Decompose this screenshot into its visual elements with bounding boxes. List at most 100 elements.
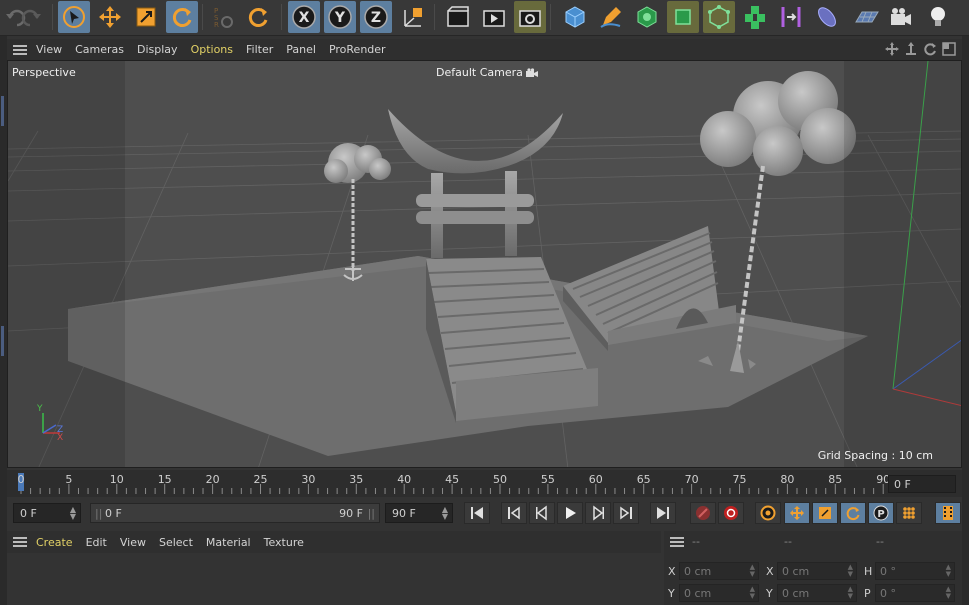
current-frame-field[interactable]: 0 F — [888, 475, 956, 493]
parameter-key-button[interactable]: P — [868, 502, 894, 524]
go-to-end-icon — [657, 507, 669, 519]
coordinate-system-icon[interactable] — [397, 1, 429, 33]
subdivision-icon[interactable] — [631, 1, 663, 33]
camera-icon[interactable] — [885, 1, 917, 33]
coord-pos-x-field[interactable]: 0 cm ▲ ▼ — [679, 562, 759, 580]
range-end-value: 90 F — [339, 507, 363, 520]
start-frame-value: 0 F — [20, 507, 37, 520]
light-icon[interactable] — [922, 1, 954, 33]
coord-pos-y-field[interactable]: 0 cm ▲ ▼ — [679, 584, 759, 602]
material-menu-edit[interactable]: Edit — [86, 536, 107, 549]
coord-size-x-value: 0 cm — [782, 565, 810, 578]
coord-header-size: -- — [784, 535, 792, 548]
end-frame-value: 90 F — [392, 507, 416, 520]
material-menu-select[interactable]: Select — [159, 536, 193, 549]
maximize-view-icon[interactable] — [942, 42, 956, 56]
z-axis-icon[interactable]: Z — [360, 1, 392, 33]
floor-icon[interactable] — [851, 1, 883, 33]
recent-tool-icon[interactable] — [242, 1, 274, 33]
redo-icon[interactable] — [14, 1, 46, 33]
coord-rot-h-field[interactable]: 0 ° ▲ ▼ — [875, 562, 955, 580]
keyframe-selection-button[interactable] — [755, 502, 781, 524]
autokeying-button[interactable] — [718, 502, 744, 524]
next-frame-button[interactable] — [585, 502, 611, 524]
menu-display[interactable]: Display — [137, 43, 178, 56]
rotation-key-button[interactable] — [840, 502, 866, 524]
x-axis-icon[interactable]: X — [288, 1, 320, 33]
film-strip-icon — [943, 506, 953, 520]
timeline-window-button[interactable] — [935, 502, 961, 524]
point-level-animation-button[interactable] — [896, 502, 922, 524]
coord-pos-y-label: Y — [668, 587, 675, 600]
material-menu-view[interactable]: View — [120, 536, 146, 549]
psr-icon[interactable]: PSR — [206, 1, 238, 33]
preview-range-slider[interactable]: || 0 F 90 F || — [90, 503, 380, 523]
go-to-start-button[interactable] — [464, 502, 490, 524]
menu-panel[interactable]: Panel — [286, 43, 316, 56]
play-icon — [566, 507, 576, 519]
coord-size-x-field[interactable]: 0 cm ▲ ▼ — [777, 562, 857, 580]
cube-icon[interactable] — [559, 1, 591, 33]
menu-prorender[interactable]: ProRender — [329, 43, 386, 56]
render-view-icon[interactable] — [442, 1, 474, 33]
coord-rot-p-field[interactable]: 0 ° ▲ ▼ — [875, 584, 955, 602]
material-menu-create[interactable]: Create — [36, 536, 73, 549]
viewport-name-label: Perspective — [12, 66, 76, 79]
coord-header-rotation: -- — [876, 535, 884, 548]
start-frame-field[interactable]: 0 F ▲ ▼ — [13, 503, 81, 523]
play-button[interactable] — [557, 502, 583, 524]
camera-label[interactable]: Default Camera — [436, 66, 538, 79]
next-key-button[interactable] — [613, 502, 639, 524]
dolly-icon[interactable] — [904, 42, 918, 56]
array-icon[interactable] — [739, 1, 771, 33]
scale-key-button[interactable] — [812, 502, 838, 524]
material-list-area[interactable] — [7, 553, 661, 605]
material-menu-material[interactable]: Material — [206, 536, 251, 549]
next-frame-icon — [593, 505, 604, 521]
y-axis-icon[interactable]: Y — [324, 1, 356, 33]
end-frame-field[interactable]: 90 F ▲ ▼ — [385, 503, 453, 523]
material-menu-texture[interactable]: Texture — [264, 536, 304, 549]
viewport-menu-icon[interactable] — [13, 44, 27, 55]
timeline-tick-label: 40 — [397, 473, 412, 486]
render-to-picture-viewer-icon[interactable] — [478, 1, 510, 33]
deformer-icon[interactable] — [775, 1, 807, 33]
rotate-icon[interactable] — [166, 1, 198, 33]
timeline-tick-label: 65 — [636, 473, 651, 486]
timeline-ruler[interactable]: 0 5 10 15 20 25 30 35 40 45 50 55 60 65 70 75 80 85 90 0 F — [7, 470, 962, 497]
material-menu-icon[interactable] — [13, 537, 27, 547]
menu-filter[interactable]: Filter — [246, 43, 273, 56]
viewport-menu-bar: View Cameras Display Options Filter Pane… — [7, 39, 962, 60]
pan-icon[interactable] — [885, 42, 899, 56]
field-icon[interactable] — [811, 1, 843, 33]
coord-rot-p-value: 0 ° — [880, 587, 896, 600]
timeline-tick-label: 60 — [588, 473, 603, 486]
coordinates-menu-icon[interactable] — [670, 537, 684, 547]
render-settings-icon[interactable] — [514, 1, 546, 33]
menu-view[interactable]: View — [36, 43, 62, 56]
move-icon[interactable] — [94, 1, 126, 33]
pen-icon[interactable] — [595, 1, 627, 33]
mograph-cloner-icon[interactable] — [703, 1, 735, 33]
previous-frame-button[interactable] — [529, 502, 555, 524]
extrude-icon[interactable] — [667, 1, 699, 33]
perspective-viewport[interactable]: Perspective Default Camera Grid Spacing … — [7, 60, 962, 468]
orbit-icon[interactable] — [923, 42, 937, 56]
scale-key-icon — [819, 507, 831, 519]
previous-key-button[interactable] — [501, 502, 527, 524]
cinema4d-window: PSR X Y Z View Cameras Display Options F… — [0, 0, 969, 605]
coord-size-y-field[interactable]: 0 cm ▲ ▼ — [777, 584, 857, 602]
select-arrow-icon[interactable] — [58, 1, 90, 33]
svg-text:R: R — [214, 21, 219, 29]
timeline-tick-label: 20 — [205, 473, 220, 486]
timeline-tick-label: 0 — [17, 473, 25, 486]
record-active-objects-button[interactable] — [690, 502, 716, 524]
go-to-end-button[interactable] — [650, 502, 676, 524]
menu-options[interactable]: Options — [191, 43, 233, 56]
coordinates-manager: -- -- -- X 0 cm ▲ ▼ X 0 cm ▲ ▼ H 0 ° ▲ ▼ Y 0 c… — [664, 531, 962, 605]
coord-size-y-value: 0 cm — [782, 587, 810, 600]
range-start-value: 0 F — [105, 507, 122, 520]
position-key-button[interactable] — [784, 502, 810, 524]
scale-icon[interactable] — [130, 1, 162, 33]
menu-cameras[interactable]: Cameras — [75, 43, 124, 56]
